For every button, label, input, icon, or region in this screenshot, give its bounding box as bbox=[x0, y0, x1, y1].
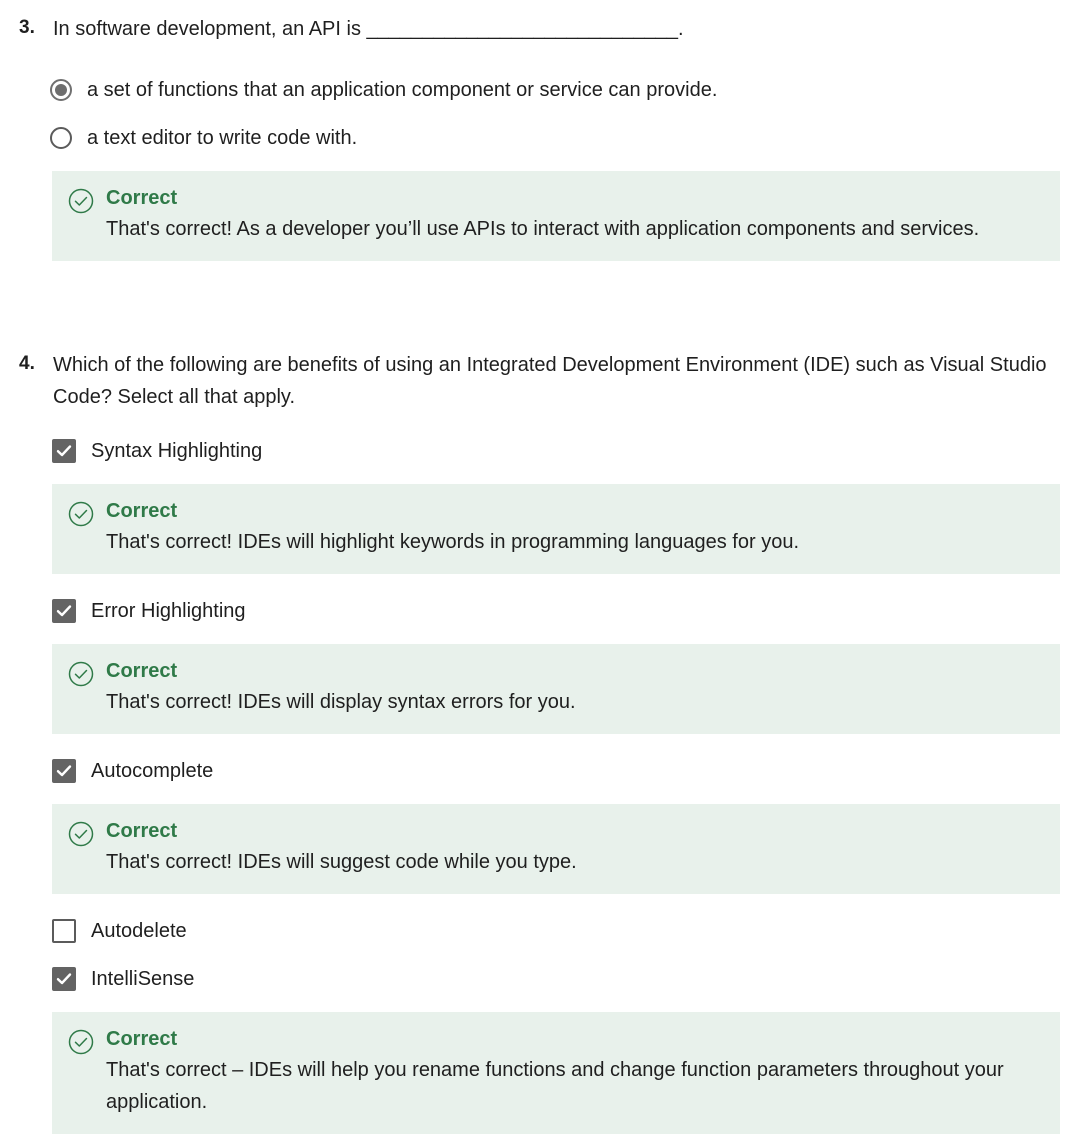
feedback-title: Correct bbox=[106, 187, 178, 209]
checkmark-icon bbox=[56, 445, 72, 457]
feedback-title: Correct bbox=[106, 500, 178, 522]
check-circle-icon bbox=[68, 821, 94, 847]
check-circle-icon bbox=[68, 188, 94, 214]
checkbox-unchecked[interactable] bbox=[52, 919, 76, 943]
check-circle-icon bbox=[68, 1029, 94, 1055]
feedback-title: Correct bbox=[106, 1028, 178, 1050]
checkbox-checked[interactable] bbox=[52, 759, 76, 783]
option-label: Autocomplete bbox=[91, 759, 214, 782]
feedback-title: Correct bbox=[106, 660, 178, 682]
option-label: a text editor to write code with. bbox=[87, 126, 358, 149]
checkbox-checked[interactable] bbox=[52, 599, 76, 623]
question-text: Which of the following are benefits of u… bbox=[53, 354, 1047, 408]
checkbox-checked[interactable] bbox=[52, 967, 76, 991]
feedback-text: That's correct! As a developer you’ll us… bbox=[106, 218, 980, 240]
feedback-text: That's correct! IDEs will display syntax… bbox=[106, 691, 576, 713]
checkbox-option[interactable]: Autocomplete bbox=[50, 756, 213, 786]
checkbox-option[interactable]: Error Highlighting bbox=[50, 596, 246, 626]
checkbox-checked[interactable] bbox=[52, 439, 76, 463]
question-text: In software development, an API is _____… bbox=[53, 18, 684, 40]
radio-button[interactable] bbox=[50, 127, 72, 149]
check-circle-icon bbox=[68, 661, 94, 687]
checkbox-option[interactable]: Autodelete bbox=[50, 916, 187, 946]
feedback-panel: Correct That's correct! IDEs will sugges… bbox=[52, 804, 1060, 894]
radio-option[interactable]: a text editor to write code with. bbox=[50, 123, 357, 153]
option-label: Syntax Highlighting bbox=[91, 439, 263, 462]
feedback-panel: Correct That's correct! IDEs will displa… bbox=[52, 644, 1060, 734]
feedback-panel: Correct That's correct – IDEs will help … bbox=[52, 1012, 1060, 1134]
radio-dot-icon bbox=[55, 84, 67, 96]
option-label: Error Highlighting bbox=[91, 599, 246, 622]
checkbox-option[interactable]: IntelliSense bbox=[50, 964, 194, 994]
option-label: a set of functions that an application c… bbox=[87, 78, 718, 101]
checkmark-icon bbox=[56, 605, 72, 617]
option-label: IntelliSense bbox=[91, 967, 195, 990]
checkbox-option[interactable]: Syntax Highlighting bbox=[50, 436, 262, 466]
checkmark-icon bbox=[56, 973, 72, 985]
checkmark-icon bbox=[56, 765, 72, 777]
feedback-panel: Correct That's correct! As a developer y… bbox=[52, 171, 1060, 261]
question-number: 3. bbox=[19, 17, 35, 38]
feedback-text: That's correct! IDEs will suggest code w… bbox=[106, 851, 577, 873]
feedback-text: That's correct! IDEs will highlight keyw… bbox=[106, 531, 800, 553]
check-circle-icon bbox=[68, 501, 94, 527]
feedback-panel: Correct That's correct! IDEs will highli… bbox=[52, 484, 1060, 574]
feedback-title: Correct bbox=[106, 820, 178, 842]
question-number: 4. bbox=[19, 353, 35, 374]
feedback-text: That's correct – IDEs will help you rena… bbox=[106, 1059, 1004, 1113]
radio-button-selected[interactable] bbox=[50, 79, 72, 101]
radio-option[interactable]: a set of functions that an application c… bbox=[50, 75, 717, 105]
option-label: Autodelete bbox=[91, 919, 187, 942]
